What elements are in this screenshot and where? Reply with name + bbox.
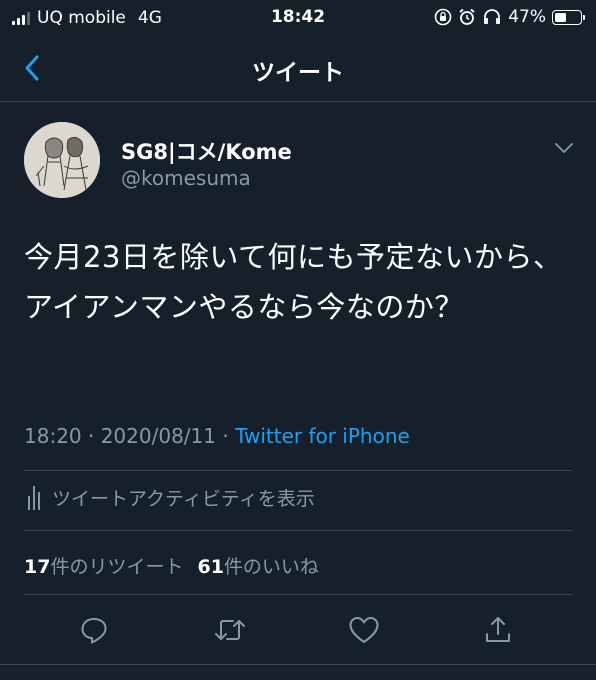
divider [24, 530, 572, 531]
share-button[interactable] [478, 610, 518, 650]
tweet-meta: 18:20 · 2020/08/11 · Twitter for iPhone [24, 424, 410, 448]
retweet-count[interactable]: 17 [24, 556, 50, 578]
chevron-down-icon [555, 143, 573, 153]
battery-percent: 47% [508, 7, 546, 27]
retweet-icon [215, 620, 245, 640]
user-handle[interactable]: @komesuma [121, 166, 251, 190]
retweet-button[interactable] [210, 610, 250, 650]
action-bar [0, 610, 596, 650]
view-activity-button[interactable]: ツイートアクティビティを表示 [24, 484, 315, 511]
divider [24, 594, 572, 595]
heart-icon [349, 617, 379, 643]
status-bar: UQ mobile 4G 18:42 47% [0, 0, 596, 36]
like-button[interactable] [344, 610, 384, 650]
more-options-button[interactable] [550, 134, 578, 162]
divider [24, 470, 572, 471]
tweet-text: 今月23日を除いて何にも予定ないから、アイアンマンやるなら今なのか？ [24, 240, 563, 324]
avatar[interactable] [24, 122, 100, 198]
retweet-label[interactable]: 件のリツイート [50, 552, 183, 579]
headphones-icon [484, 9, 501, 24]
orientation-lock-icon [434, 8, 452, 26]
reply-icon [81, 618, 107, 644]
tweet-detail-screen: UQ mobile 4G 18:42 47% ツイート SG8|コメ/Kome … [0, 0, 596, 680]
reply-button[interactable] [74, 610, 114, 650]
like-label[interactable]: 件のいいね [224, 552, 319, 579]
activity-label: ツイートアクティビティを表示 [52, 488, 315, 510]
engagement-stats: 17 件のリツイート 61 件のいいね [24, 552, 319, 579]
nav-bar: ツイート [0, 36, 596, 102]
display-name[interactable]: SG8|コメ/Kome [121, 136, 292, 166]
alarm-icon [459, 8, 475, 25]
avatar-image [24, 122, 100, 198]
like-count[interactable]: 61 [197, 556, 223, 578]
status-right: 47% [434, 7, 585, 27]
battery-icon [552, 9, 585, 25]
tweet-source-link[interactable]: Twitter for iPhone [235, 424, 410, 448]
tweet-timestamp: 18:20 · 2020/08/11 · [24, 424, 236, 448]
divider [0, 664, 596, 665]
page-title: ツイート [252, 60, 344, 86]
battery-fill [555, 12, 567, 22]
analytics-icon [28, 485, 40, 510]
share-icon [486, 617, 510, 642]
